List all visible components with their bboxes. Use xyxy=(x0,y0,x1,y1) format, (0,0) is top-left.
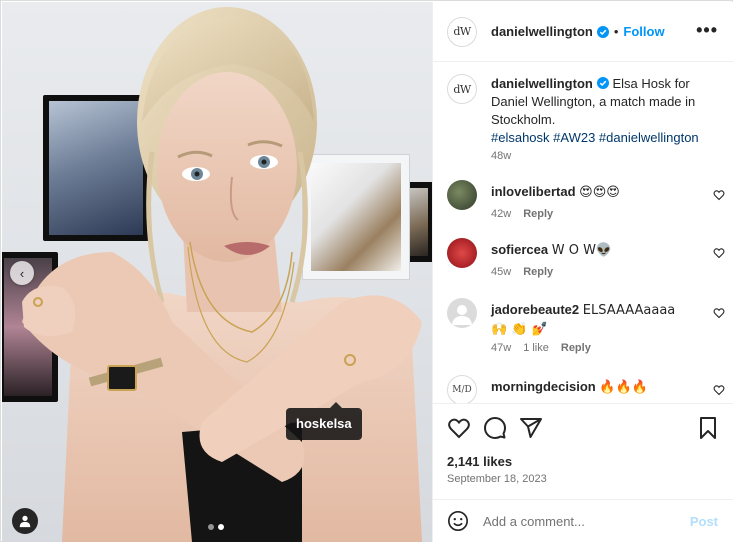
comment-username[interactable]: morningdecision xyxy=(491,379,596,394)
post-actions: 2,141 likes September 18, 2023 xyxy=(433,403,733,493)
post-details-panel: dW danielwellington • Follow ••• dW dani… xyxy=(432,2,733,542)
commenter-avatar[interactable] xyxy=(447,298,477,328)
commenter-avatar[interactable] xyxy=(447,180,477,210)
comment-item: sofiercea W O W👽 45w Reply xyxy=(447,238,727,278)
author-username[interactable]: danielwellington xyxy=(491,24,593,39)
verified-badge-icon xyxy=(596,25,609,38)
caption-time[interactable]: 48w xyxy=(491,150,511,162)
comment-username[interactable]: sofiercea xyxy=(491,242,548,257)
chevron-left-icon: ‹ xyxy=(19,265,25,281)
reply-button[interactable]: Reply xyxy=(523,208,553,220)
carousel-prev-button[interactable]: ‹ xyxy=(10,261,34,285)
comment-text: sofiercea W O W👽 xyxy=(491,241,687,260)
like-comment-icon[interactable] xyxy=(713,307,725,319)
emoji-smile-icon[interactable] xyxy=(447,510,469,532)
user-icon xyxy=(19,515,31,528)
like-comment-icon[interactable] xyxy=(713,384,725,396)
more-options-icon[interactable]: ••• xyxy=(696,20,718,41)
avatar-text: dW xyxy=(453,82,471,96)
comment-item: M/D morningdecision 🔥🔥🔥 xyxy=(447,375,727,403)
comment-username[interactable]: jadorebeaute2 xyxy=(491,302,579,317)
comment-text: morningdecision 🔥🔥🔥 xyxy=(491,378,687,397)
avatar-text: dW xyxy=(453,25,471,38)
like-comment-icon[interactable] xyxy=(713,247,725,259)
comment-bubble-icon[interactable] xyxy=(483,416,507,440)
comment-input[interactable] xyxy=(483,513,683,529)
post-date[interactable]: September 18, 2023 xyxy=(447,473,547,485)
comment-username[interactable]: inlovelibertad xyxy=(491,184,576,199)
separator-dot: • xyxy=(613,24,619,39)
carousel-indicator xyxy=(208,524,224,530)
reply-button[interactable]: Reply xyxy=(523,266,553,278)
comment-meta: 47w 1 like Reply xyxy=(491,342,591,354)
caption-author-avatar[interactable]: dW xyxy=(447,74,477,104)
comment-time[interactable]: 47w xyxy=(491,342,511,354)
comment-item: jadorebeaute2 ELSAAAAaaaa 🙌 👏 💅 47w 1 lik… xyxy=(447,298,727,356)
comment-meta: 42w Reply xyxy=(491,208,553,220)
default-avatar-icon xyxy=(452,305,472,325)
comment-text: jadorebeaute2 ELSAAAAaaaa 🙌 👏 💅 xyxy=(491,301,687,339)
share-paperplane-icon[interactable] xyxy=(519,416,543,440)
like-comment-icon[interactable] xyxy=(713,189,725,201)
comment-body: W O W👽 xyxy=(551,243,613,258)
reply-button[interactable]: Reply xyxy=(561,342,591,354)
model-illustration xyxy=(22,7,422,542)
comment-text: inlovelibertad 😍😍😍 xyxy=(491,183,687,202)
verified-badge-icon xyxy=(596,77,609,89)
comment-time[interactable]: 45w xyxy=(491,266,511,278)
user-tag-label: hoskelsa xyxy=(296,416,352,431)
post-header: dW danielwellington • Follow ••• xyxy=(433,2,733,62)
tagged-users-button[interactable] xyxy=(12,508,38,534)
caption-body: danielwellington Elsa Hosk for Daniel We… xyxy=(491,75,717,147)
caption-author[interactable]: danielwellington xyxy=(491,76,593,91)
user-tag-bubble[interactable]: hoskelsa xyxy=(286,402,362,440)
carousel-dot-active xyxy=(218,524,224,530)
like-heart-icon[interactable] xyxy=(447,416,471,440)
comment-time[interactable]: 42w xyxy=(491,208,511,220)
carousel-dot xyxy=(208,524,214,530)
comment-item: inlovelibertad 😍😍😍 42w Reply xyxy=(447,180,727,220)
save-bookmark-icon[interactable] xyxy=(696,416,720,440)
comment-body: 🔥🔥🔥 xyxy=(599,380,648,395)
comment-meta: 45w Reply xyxy=(491,266,553,278)
post-media[interactable]: ‹ hoskelsa xyxy=(2,2,432,542)
follow-button[interactable]: Follow xyxy=(623,24,664,39)
add-comment-bar: Post xyxy=(433,499,733,542)
author-avatar[interactable]: dW xyxy=(447,16,477,47)
comment-body: 😍😍😍 xyxy=(579,185,620,200)
comments-section[interactable]: dW danielwellington Elsa Hosk for Daniel… xyxy=(433,63,733,403)
commenter-avatar[interactable] xyxy=(447,238,477,268)
post-window: ‹ hoskelsa dW danielwellington • Follow … xyxy=(0,0,733,542)
post-comment-button[interactable]: Post xyxy=(690,514,718,529)
likes-count[interactable]: 2,141 likes xyxy=(447,454,512,469)
caption-hashtags[interactable]: #elsahosk #AW23 #danielwellington xyxy=(491,130,699,145)
commenter-avatar[interactable]: M/D xyxy=(447,375,477,403)
comment-likes[interactable]: 1 like xyxy=(523,342,549,354)
